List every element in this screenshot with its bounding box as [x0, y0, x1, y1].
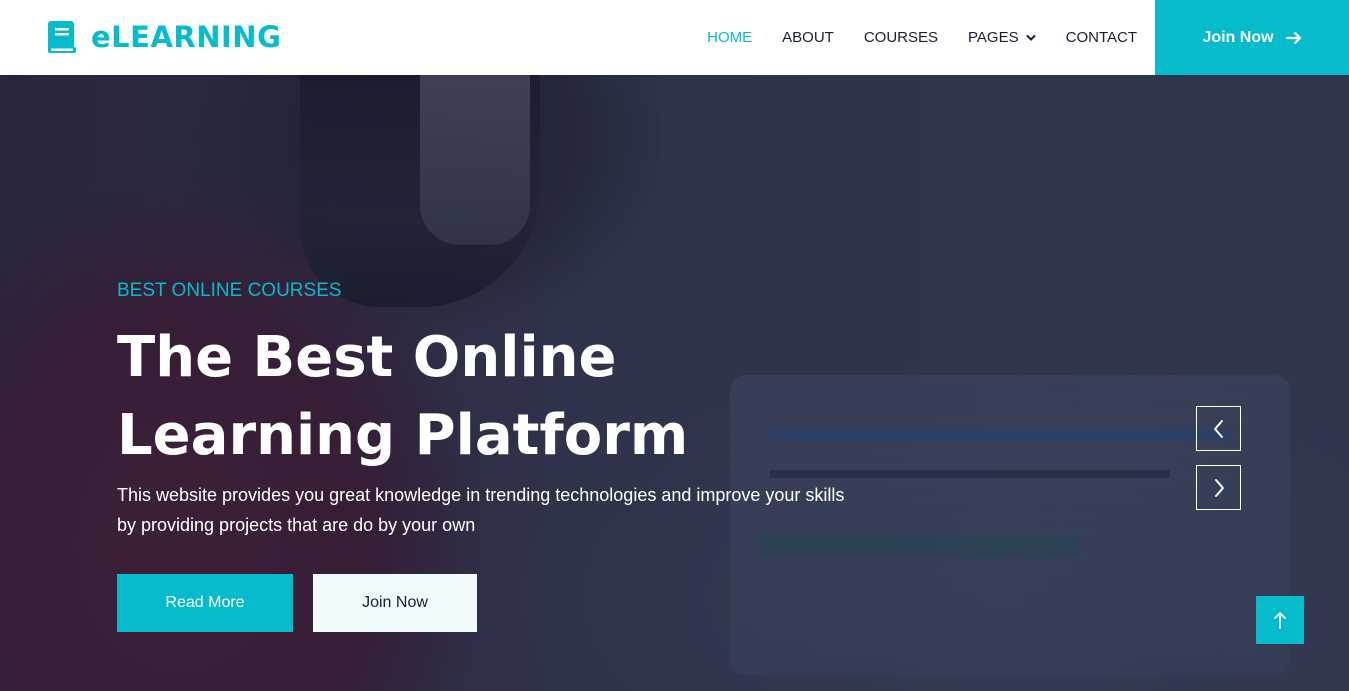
hero-title: The Best Online Learning Platform — [117, 325, 689, 468]
nav-item-courses[interactable]: COURSES — [864, 29, 938, 46]
nav-item-label: HOME — [707, 29, 753, 46]
hero-carousel: BEST ONLINE COURSES The Best Online Lear… — [0, 75, 1349, 691]
nav-item-label: PAGES — [968, 29, 1019, 46]
join-now-hero-button[interactable]: Join Now — [313, 574, 477, 632]
carousel-prev-button[interactable] — [1196, 406, 1241, 451]
carousel-next-button[interactable] — [1196, 465, 1241, 510]
brand-logo[interactable]: eLEARNING — [47, 17, 281, 57]
chevron-left-icon — [1213, 419, 1223, 438]
arrow-up-icon — [1274, 612, 1286, 629]
nav-item-contact[interactable]: CONTACT — [1066, 29, 1137, 46]
main-nav: HOME ABOUT COURSES PAGES CONTACT — [677, 0, 1137, 75]
book-icon — [48, 21, 76, 53]
nav-item-home[interactable]: HOME — [707, 29, 752, 46]
nav-item-label: COURSES — [863, 29, 939, 46]
chevron-right-icon — [1214, 478, 1224, 497]
join-now-nav-button[interactable]: Join Now — [1155, 0, 1349, 75]
chevron-down-icon — [1026, 34, 1036, 41]
nav-item-label: ABOUT — [782, 29, 834, 46]
hero-eyebrow: BEST ONLINE COURSES — [117, 280, 342, 301]
nav-item-about[interactable]: ABOUT — [782, 29, 834, 46]
join-now-label: Join Now — [1202, 28, 1274, 46]
nav-item-pages[interactable]: PAGES — [968, 29, 1036, 46]
read-more-label: Read More — [165, 594, 245, 611]
hero-description: This website provides you great knowledg… — [117, 485, 845, 535]
brand-name: eLEARNING — [91, 20, 282, 54]
read-more-button[interactable]: Read More — [117, 574, 293, 632]
nav-item-label: CONTACT — [1065, 29, 1137, 46]
arrow-right-icon — [1285, 31, 1301, 44]
join-now-hero-label: Join Now — [362, 594, 428, 611]
navbar: eLEARNING HOME ABOUT COURSES PAGES CONTA… — [0, 0, 1349, 75]
back-to-top-button[interactable] — [1256, 596, 1304, 644]
